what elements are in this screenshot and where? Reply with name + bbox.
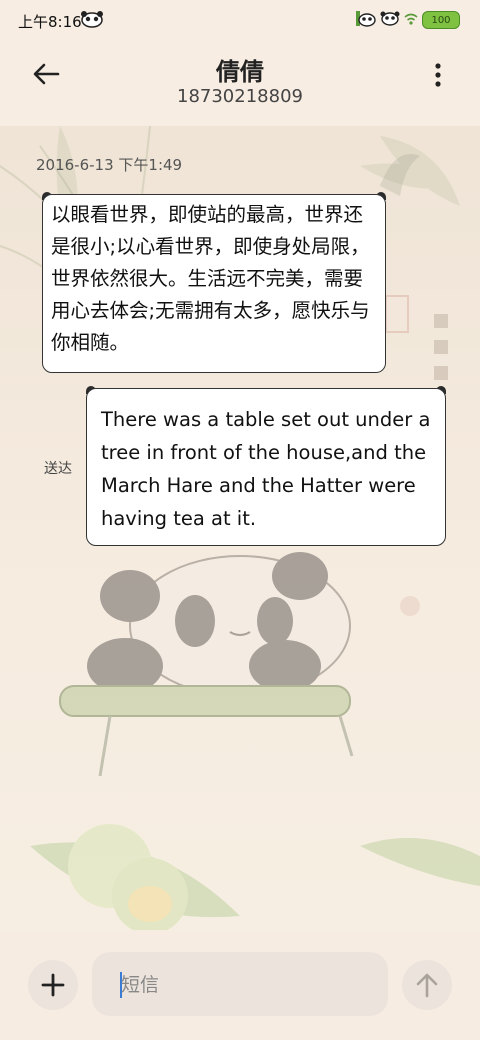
send-arrow-up-icon bbox=[416, 973, 438, 998]
outgoing-message-text: There was a table set out under a tree i… bbox=[101, 408, 431, 530]
message-list[interactable]: 2016-6-13 下午1:49 以眼看世界，即使站的最高，世界还是很小;以心看… bbox=[0, 126, 480, 930]
conversation-header: 倩倩 18730218809 bbox=[0, 40, 480, 126]
add-attachment-button[interactable] bbox=[28, 960, 78, 1010]
battery-icon: 100 bbox=[422, 11, 460, 29]
status-time: 上午8:16 bbox=[18, 13, 82, 31]
composer-bar: 短信 bbox=[0, 930, 480, 1040]
send-button[interactable] bbox=[402, 960, 452, 1010]
panda-notification-icon bbox=[354, 8, 376, 32]
more-vertical-icon bbox=[435, 63, 441, 87]
status-icons: 100 bbox=[354, 9, 460, 31]
wifi-icon bbox=[404, 11, 418, 30]
panda-status-icon bbox=[80, 10, 104, 28]
status-bar: 上午8:16 100 bbox=[0, 0, 480, 40]
plus-icon bbox=[41, 973, 65, 997]
contact-number[interactable]: 18730218809 bbox=[0, 86, 480, 107]
contact-name[interactable]: 倩倩 bbox=[0, 52, 480, 87]
incoming-message-bubble[interactable]: 以眼看世界，即使站的最高，世界还是很小;以心看世界，即使身处局限，世界依然很大。… bbox=[42, 194, 386, 373]
message-input-placeholder: 短信 bbox=[121, 974, 160, 996]
incoming-message-text: 以眼看世界，即使站的最高，世界还是很小;以心看世界，即使身处局限，世界依然很大。… bbox=[51, 203, 370, 354]
more-options-button[interactable] bbox=[426, 58, 450, 92]
outgoing-message-bubble[interactable]: There was a table set out under a tree i… bbox=[86, 388, 446, 546]
panda-icon bbox=[380, 9, 400, 31]
delivery-status: 送达 bbox=[44, 461, 72, 477]
message-timestamp: 2016-6-13 下午1:49 bbox=[36, 156, 183, 174]
